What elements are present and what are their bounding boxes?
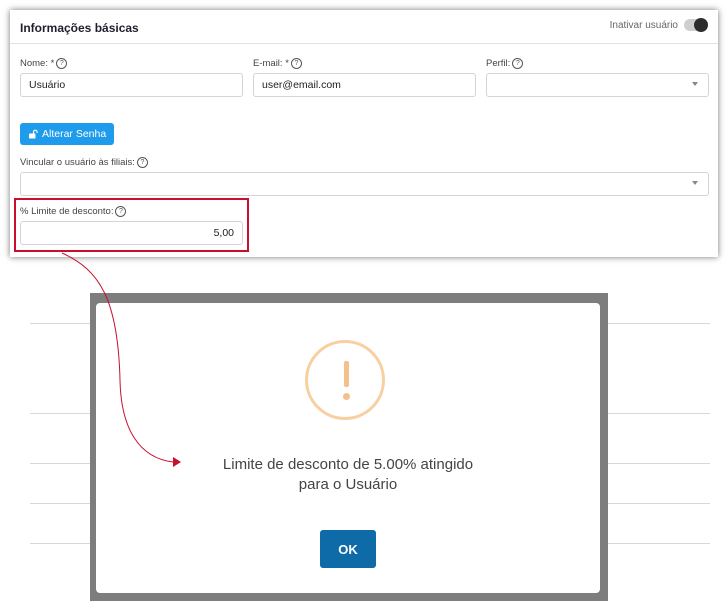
profile-label: Perfil: ? [486,58,524,69]
unlock-icon [29,129,38,139]
profile-select[interactable] [486,73,709,97]
email-label-text: E-mail: * [253,58,289,69]
profile-label-text: Perfil: [486,58,511,69]
panel-divider [10,43,718,44]
change-password-label: Alterar Senha [42,128,107,140]
branches-select[interactable] [20,172,709,196]
inactivate-user-toggle[interactable] [684,18,708,32]
inactivate-user-control[interactable]: Inativar usuário [609,18,708,32]
chevron-down-icon [692,181,698,185]
warning-icon [305,340,385,420]
toggle-knob [694,18,708,32]
branches-label: Vincular o usuário às filiais: ? [20,157,148,168]
alert-message-line-1: Limite de desconto de 5.00% atingido [222,456,474,473]
warning-icon-bar [344,361,349,387]
help-icon[interactable]: ? [290,58,302,69]
inactivate-user-label: Inativar usuário [609,19,678,31]
email-label: E-mail: * ? [253,58,302,69]
alert-message-line-2: para o Usuário [298,476,398,493]
name-input[interactable]: Usuário [20,73,243,97]
warning-icon-dot [343,393,350,400]
name-label-text: Nome: * [20,58,55,69]
discount-limit-alert-dialog: Limite de desconto de 5.00% atingido par… [96,303,600,593]
ok-button[interactable]: OK [320,530,376,568]
basic-info-panel: Informações básicas Inativar usuário Nom… [10,10,718,257]
chevron-down-icon [692,82,698,86]
help-icon[interactable]: ? [136,157,148,168]
name-label: Nome: * ? [20,58,68,69]
alert-message: Limite de desconto de 5.00% atingido par… [96,455,600,495]
help-icon[interactable]: ? [56,58,68,69]
panel-title: Informações básicas [20,21,139,35]
help-icon[interactable]: ? [512,58,524,69]
discount-highlight-box [14,198,249,252]
email-input[interactable]: user@email.com [253,73,476,97]
branches-label-text: Vincular o usuário às filiais: [20,157,135,168]
change-password-button[interactable]: Alterar Senha [20,123,115,145]
